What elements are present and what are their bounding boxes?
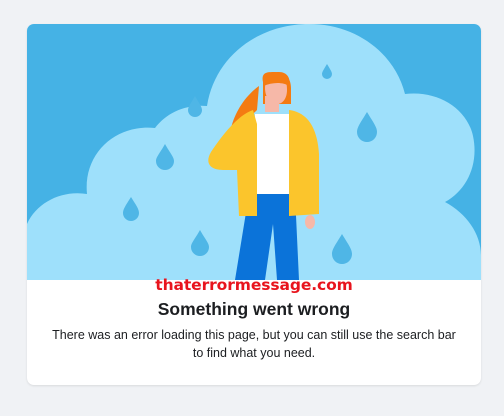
rain-illustration — [27, 24, 481, 280]
error-title: Something went wrong — [157, 299, 351, 319]
error-message: There was an error loading this page, bu… — [52, 328, 456, 360]
watermark-text: thaterrormessage.com — [155, 276, 353, 294]
error-card: thaterrormessage.com Something went wron… — [27, 24, 481, 385]
